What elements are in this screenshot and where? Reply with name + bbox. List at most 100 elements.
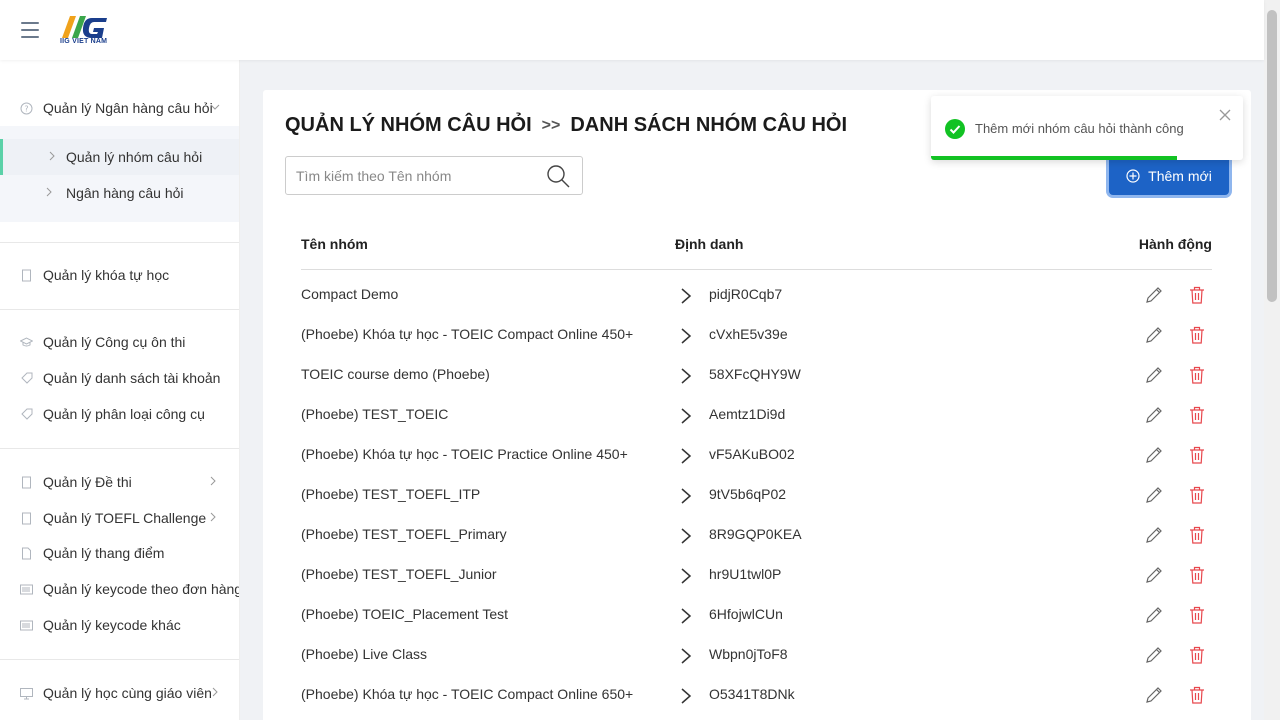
sidebar-divider xyxy=(0,448,239,449)
add-new-label: Thêm mới xyxy=(1148,167,1212,184)
edit-pencil-icon[interactable] xyxy=(1145,526,1163,544)
menu-toggle-icon[interactable] xyxy=(21,22,39,38)
sidebar-item-question-bank[interactable]: Ngân hàng câu hỏi xyxy=(0,175,239,211)
column-header-name: Tên nhóm xyxy=(301,236,368,252)
delete-trash-icon[interactable] xyxy=(1189,366,1205,384)
table-row: (Phoebe) TEST_TOEFL_Junior hr9U1twl0P xyxy=(301,556,1212,596)
sidebar-divider xyxy=(0,659,239,660)
delete-trash-icon[interactable] xyxy=(1189,446,1205,464)
sidebar-divider xyxy=(0,242,239,243)
sidebar-item-accounts[interactable]: Quản lý danh sách tài khoản xyxy=(0,360,239,396)
edit-pencil-icon[interactable] xyxy=(1145,606,1163,624)
edit-pencil-icon[interactable] xyxy=(1145,446,1163,464)
barcode-icon xyxy=(20,583,33,596)
sidebar-item-other-keycodes[interactable]: Quản lý keycode khác xyxy=(0,607,239,643)
delete-trash-icon[interactable] xyxy=(1189,486,1205,504)
table-row: TOEIC course demo (Phoebe) 58XFcQHY9W xyxy=(301,356,1212,396)
group-name-cell: (Phoebe) TEST_TOEFL_ITP xyxy=(301,486,481,502)
sidebar-item-label: Quản lý nhóm câu hỏi xyxy=(66,149,203,165)
toast-message: Thêm mới nhóm câu hỏi thành công xyxy=(975,121,1184,136)
chevron-right-icon[interactable] xyxy=(679,528,693,544)
breadcrumb-parent[interactable]: QUẢN LÝ NHÓM CÂU HỎI xyxy=(285,114,532,138)
edit-pencil-icon[interactable] xyxy=(1145,326,1163,344)
sidebar-item-label: Quản lý khóa tự học xyxy=(43,267,170,283)
group-name-cell: (Phoebe) Khóa tự học - TOEIC Practice On… xyxy=(301,446,628,462)
delete-trash-icon[interactable] xyxy=(1189,686,1205,704)
svg-text:?: ? xyxy=(24,104,28,113)
content-card: QUẢN LÝ NHÓM CÂU HỎI >> DANH SÁCH NHÓM C… xyxy=(263,90,1251,720)
sidebar-item-exams[interactable]: Quản lý Đề thi xyxy=(0,464,239,500)
sidebar-item-label: Quản lý học cùng giáo viên xyxy=(43,685,212,701)
page-title: DANH SÁCH NHÓM CÂU HỎI xyxy=(570,114,848,136)
chevron-down-icon xyxy=(210,101,220,115)
edit-pencil-icon[interactable] xyxy=(1145,486,1163,504)
sidebar-item-label: Quản lý phân loại công cụ xyxy=(43,406,205,422)
edit-pencil-icon[interactable] xyxy=(1145,406,1163,424)
delete-trash-icon[interactable] xyxy=(1189,286,1205,304)
add-new-button[interactable]: Thêm mới xyxy=(1109,156,1229,195)
search-box xyxy=(285,156,583,195)
chevron-right-icon[interactable] xyxy=(679,568,693,584)
sidebar-group-question-bank[interactable]: ? Quản lý Ngân hàng câu hỏi xyxy=(0,90,239,126)
identifier-cell: 6HfojwlCUn xyxy=(709,606,783,622)
chevron-right-icon[interactable] xyxy=(679,288,693,304)
logo-text: IIG VIET NAM xyxy=(60,38,108,45)
chevron-right-icon[interactable] xyxy=(679,608,693,624)
file-icon xyxy=(20,547,33,560)
sidebar-item-order-keycodes[interactable]: Quản lý keycode theo đơn hàng xyxy=(0,571,239,607)
edit-pencil-icon[interactable] xyxy=(1145,286,1163,304)
identifier-cell: Aemtz1Di9d xyxy=(709,406,786,422)
identifier-cell: vF5AKuBO02 xyxy=(709,446,795,462)
monitor-icon xyxy=(20,687,33,700)
sidebar-item-self-study[interactable]: Quản lý khóa tự học xyxy=(0,257,239,293)
chevron-right-icon[interactable] xyxy=(679,328,693,344)
delete-trash-icon[interactable] xyxy=(1189,646,1205,664)
delete-trash-icon[interactable] xyxy=(1189,526,1205,544)
chevron-right-icon xyxy=(44,186,54,200)
delete-trash-icon[interactable] xyxy=(1189,606,1205,624)
edit-pencil-icon[interactable] xyxy=(1145,366,1163,384)
chevron-right-icon[interactable] xyxy=(679,368,693,384)
column-header-id: Định danh xyxy=(675,236,744,252)
page-scrollbar[interactable] xyxy=(1264,0,1280,720)
table-row: (Phoebe) Khóa tự học - TOEIC Compact Onl… xyxy=(301,676,1212,716)
group-name-cell: (Phoebe) TEST_TOEFL_Junior xyxy=(301,566,497,582)
success-toast: Thêm mới nhóm câu hỏi thành công xyxy=(931,96,1243,160)
identifier-cell: cVxhE5v39e xyxy=(709,326,788,342)
edit-pencil-icon[interactable] xyxy=(1145,646,1163,664)
table-row: (Phoebe) TEST_TOEFL_ITP 9tV5b6qP02 xyxy=(301,476,1212,516)
barcode-icon xyxy=(20,619,33,632)
sidebar-item-label: Quản lý Công cụ ôn thi xyxy=(43,334,186,350)
table-header: Tên nhóm Định danh Hành động xyxy=(301,228,1212,270)
sidebar-item-teacher-learning[interactable]: Quản lý học cùng giáo viên xyxy=(0,675,239,711)
edit-pencil-icon[interactable] xyxy=(1145,566,1163,584)
search-icon[interactable] xyxy=(546,164,570,188)
scrollbar-thumb[interactable] xyxy=(1267,10,1277,302)
close-icon[interactable] xyxy=(1219,108,1231,126)
sidebar-item-exam-tools[interactable]: Quản lý Công cụ ôn thi xyxy=(0,324,239,360)
group-name-cell: (Phoebe) Khóa tự học - TOEIC Compact Onl… xyxy=(301,686,634,702)
search-input[interactable] xyxy=(296,166,536,186)
table-row: (Phoebe) TEST_TOEFL_Primary 8R9GQP0KEA xyxy=(301,516,1212,556)
sidebar-item-label: Quản lý Đề thi xyxy=(43,474,132,490)
column-header-action: Hành động xyxy=(1138,236,1212,252)
help-circle-icon: ? xyxy=(20,102,33,115)
chevron-right-icon[interactable] xyxy=(679,688,693,704)
table-row: (Phoebe) Khóa tự học - TOEIC Compact Onl… xyxy=(301,316,1212,356)
group-name-cell: (Phoebe) Khóa tự học - TOEIC Compact Onl… xyxy=(301,326,634,342)
chevron-right-icon[interactable] xyxy=(679,448,693,464)
chevron-right-icon[interactable] xyxy=(679,488,693,504)
sidebar-item-score-scale[interactable]: Quản lý thang điểm xyxy=(0,535,239,571)
identifier-cell: 9tV5b6qP02 xyxy=(709,486,787,502)
delete-trash-icon[interactable] xyxy=(1189,326,1205,344)
table-row: (Phoebe) Khóa tự học - TOEIC Practice On… xyxy=(301,436,1212,476)
edit-pencil-icon[interactable] xyxy=(1145,686,1163,704)
sidebar-item-tool-categories[interactable]: Quản lý phân loại công cụ xyxy=(0,396,239,432)
chevron-right-icon[interactable] xyxy=(679,408,693,424)
delete-trash-icon[interactable] xyxy=(1189,406,1205,424)
delete-trash-icon[interactable] xyxy=(1189,566,1205,584)
chevron-right-icon[interactable] xyxy=(679,648,693,664)
table-row: (Phoebe) TEST_TOEIC Aemtz1Di9d xyxy=(301,396,1212,436)
sidebar-item-toefl-challenge[interactable]: Quản lý TOEFL Challenge xyxy=(0,500,239,536)
sidebar-item-question-group[interactable]: Quản lý nhóm câu hỏi xyxy=(0,139,239,175)
